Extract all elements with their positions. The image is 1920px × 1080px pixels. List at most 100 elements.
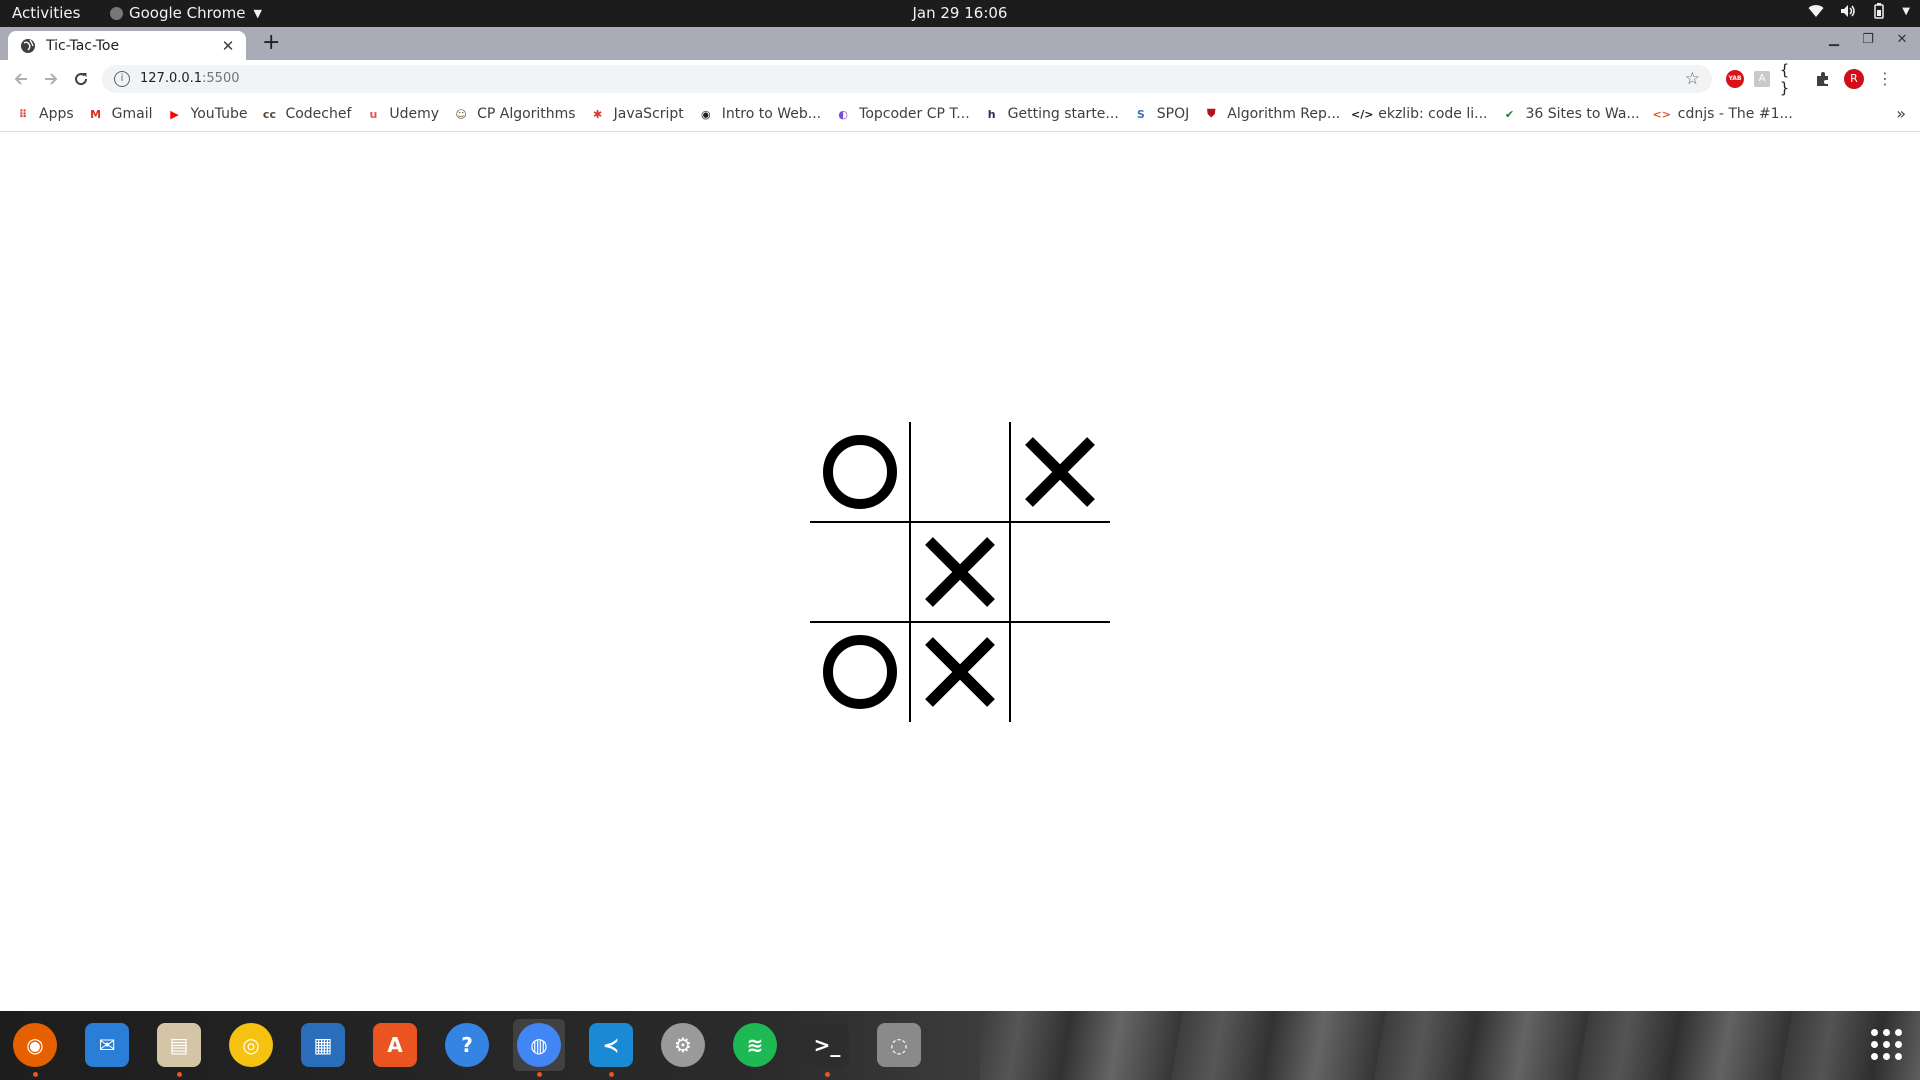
reload-button[interactable] [66,64,96,94]
running-indicator [824,1072,830,1077]
new-tab-button[interactable]: + [262,30,280,55]
dock-thunderbird[interactable]: ✉ [81,1019,133,1071]
back-button[interactable] [6,64,36,94]
address-bar[interactable]: i 127.0.0.1:5500 ☆ [102,64,1712,93]
close-tab-icon[interactable]: ✕ [218,37,238,55]
json-extension-icon[interactable]: { } [1780,61,1802,97]
board-cell-1-3[interactable] [1010,422,1110,522]
dock-rhythmbox[interactable]: ◎ [225,1019,277,1071]
board-cell-2-3[interactable] [1010,522,1110,622]
dock-spotify[interactable]: ≋ [729,1019,781,1071]
dock-files[interactable]: ▤ [153,1019,205,1077]
running-indicator [536,1072,542,1077]
bookmark-label: 36 Sites to Wa... [1525,106,1640,122]
forward-button[interactable] [36,64,66,94]
libreoffice-writer-icon: ▦ [301,1023,345,1067]
bookmark-item[interactable]: ⠿ Apps [8,101,81,127]
bookmark-label: YouTube [190,106,248,122]
board-cell-3-1[interactable] [810,622,910,722]
bookmark-label: Udemy [389,106,440,122]
bookmark-label: JavaScript [613,106,684,122]
bookmark-label: ekzlib: code li... [1378,106,1488,122]
bookmark-star-icon[interactable]: ☆ [1685,69,1700,89]
dock-firefox[interactable]: ◉ [9,1019,61,1077]
bookmark-label: Codechef [285,106,352,122]
bookmark-item[interactable]: ▶ YouTube [160,101,255,127]
chrome-app-icon [110,6,123,20]
dock-terminal[interactable]: >_ [801,1019,853,1077]
window-controls: ▁ ❐ ✕ [1826,32,1910,47]
cdnjs-icon: <> [1652,107,1671,121]
activities-button[interactable]: Activities [12,4,80,22]
software-center-icon: A [373,1023,417,1067]
extensions-puzzle-icon[interactable] [1812,68,1834,90]
system-menu-caret-icon[interactable]: ▼ [1902,6,1910,17]
chrome-menu-icon[interactable]: ⋮ [1874,68,1896,90]
bookmark-item[interactable]: ⛊ Algorithm Rep... [1196,101,1347,127]
extensions-area: YAB A { } R ⋮ [1726,61,1896,97]
bookmark-label: Gmail [111,106,153,122]
browser-toolbar: i 127.0.0.1:5500 ☆ YAB A { } R ⋮ [0,60,1920,97]
board-cell-2-1[interactable] [810,522,910,622]
bookmark-item[interactable]: h Getting starte... [977,101,1126,127]
board-cell-1-2[interactable] [910,422,1010,522]
rhythmbox-icon: ◎ [229,1023,273,1067]
bookmark-label: Topcoder CP T... [859,106,970,122]
bookmark-item[interactable]: ✱ JavaScript [583,101,691,127]
bookmark-item[interactable]: ✔ 36 Sites to Wa... [1494,101,1646,127]
tab-strip: Tic-Tac-Toe ✕ + ▁ ❐ ✕ [0,27,1920,60]
battery-icon[interactable] [1872,3,1886,19]
bookmark-label: SPOJ [1156,106,1190,122]
bookmark-item[interactable]: </> ekzlib: code li... [1347,101,1494,127]
site-info-icon[interactable]: i [114,70,130,87]
bookmark-label: Algorithm Rep... [1227,106,1341,122]
board-cell-2-2[interactable] [910,522,1010,622]
bookmark-label: Intro to Web... [721,106,822,122]
bookmark-item[interactable]: u Udemy [358,101,446,127]
board-cell-1-1[interactable] [810,422,910,522]
bookmark-item[interactable]: M Gmail [81,101,160,127]
running-indicator [176,1072,182,1077]
board-cell-3-2[interactable] [910,622,1010,722]
show-applications-icon[interactable] [1871,1029,1902,1060]
profile-avatar[interactable]: R [1844,68,1864,89]
x-mark [925,537,995,607]
tab-tic-tac-toe[interactable]: Tic-Tac-Toe ✕ [8,31,246,60]
bookmark-label: CP Algorithms [477,106,576,122]
bookmark-label: Apps [39,106,74,122]
dock-libreoffice-writer[interactable]: ▦ [297,1019,349,1071]
restore-icon[interactable]: ❐ [1860,32,1876,47]
running-indicator [32,1072,38,1077]
close-window-icon[interactable]: ✕ [1894,32,1910,47]
app-menu[interactable]: Google Chrome ▼ [110,4,262,22]
running-indicator [608,1072,614,1077]
url-host: 127.0.0.1 [140,71,203,86]
volume-icon[interactable] [1840,4,1856,18]
system-tray[interactable]: ▼ [1808,3,1910,19]
bookmark-item[interactable]: S SPOJ [1126,101,1196,127]
dock-settings[interactable]: ⚙ [657,1019,709,1071]
url-text[interactable]: 127.0.0.1:5500 [140,71,1685,86]
wifi-icon[interactable] [1808,4,1824,18]
dock-chrome[interactable]: ◍ [513,1019,565,1077]
bookmark-item[interactable]: <> cdnjs - The #1... [1647,101,1800,127]
dock-software-center[interactable]: A [369,1019,421,1071]
minimize-icon[interactable]: ▁ [1826,32,1842,47]
dock-help[interactable]: ? [441,1019,493,1071]
bookmark-item[interactable]: cc Codechef [254,101,358,127]
gnome-top-bar: Activities Google Chrome ▼ Jan 29 16:06 … [0,0,1920,27]
bookmark-item[interactable]: ◉ Intro to Web... [691,101,828,127]
yab-extension-icon[interactable]: YAB [1726,69,1744,88]
dock-vscode[interactable]: ≺ [585,1019,637,1077]
clock[interactable]: Jan 29 16:06 [913,4,1008,22]
grey-extension-icon[interactable]: A [1754,70,1770,87]
globe-icon: ◉ [700,107,711,121]
board-cell-3-3[interactable] [1010,622,1110,722]
wallpaper-art [980,1011,1920,1080]
dock-disk-utility[interactable]: ◌ [873,1019,925,1071]
url-port: :5500 [202,71,240,86]
more-bookmarks-icon[interactable]: » [1896,104,1906,123]
settings-icon: ⚙ [661,1023,705,1067]
bookmark-item[interactable]: ☺ CP Algorithms [446,101,583,127]
bookmark-item[interactable]: ◐ Topcoder CP T... [828,101,977,127]
